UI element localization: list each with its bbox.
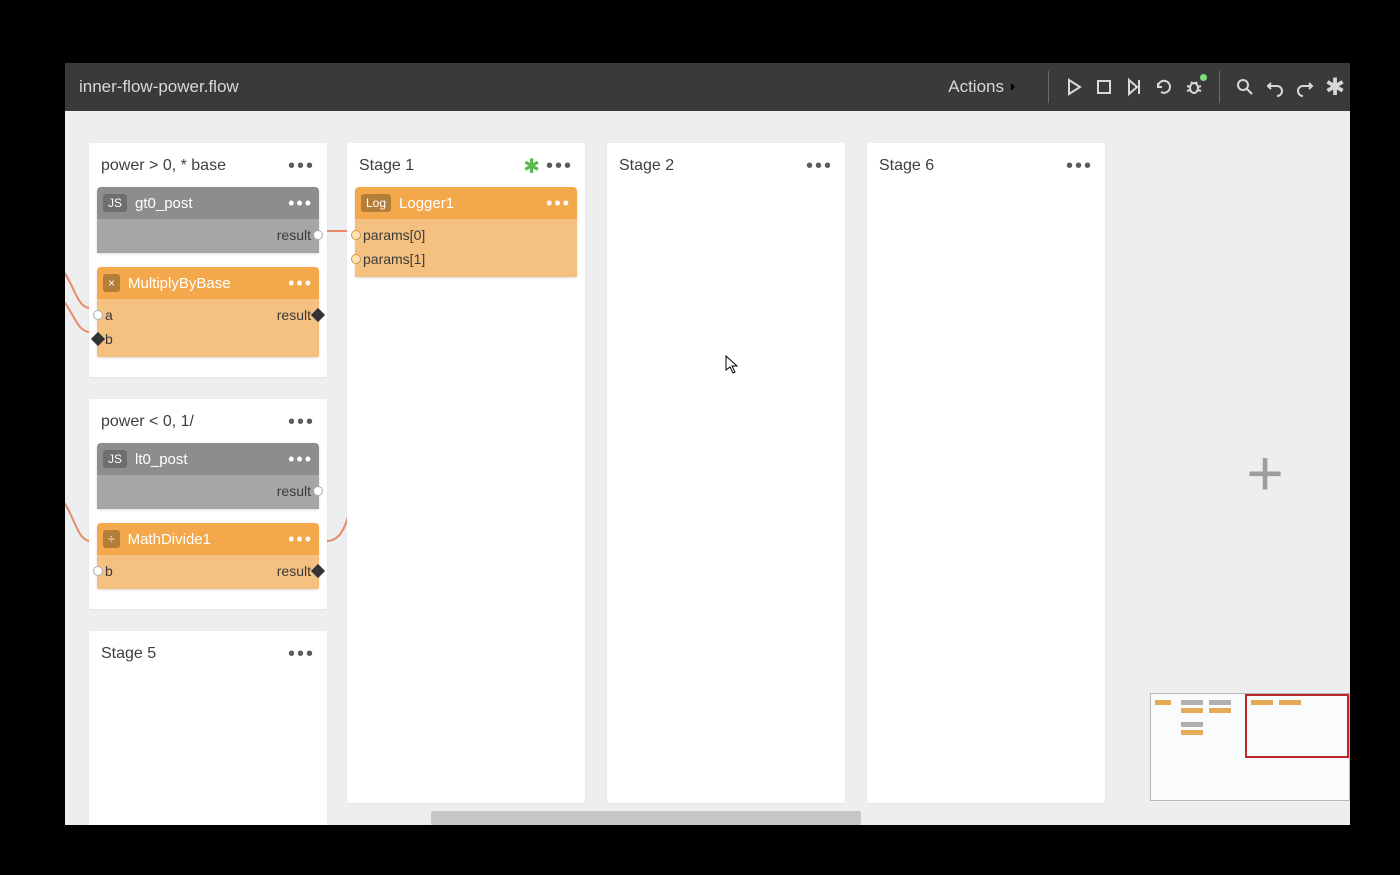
chevron-right-icon — [1008, 80, 1018, 94]
restart-button[interactable] — [1149, 72, 1179, 102]
app-window: inner-flow-power.flow Actions — [65, 63, 1350, 825]
node-logger1[interactable]: Log Logger1 ••• params[0] params[1] — [355, 187, 577, 277]
stage-5[interactable]: Stage 5 ••• — [89, 631, 327, 825]
node-name: lt0_post — [135, 451, 188, 468]
stage-menu[interactable]: ••• — [288, 156, 315, 176]
file-title: inner-flow-power.flow — [65, 77, 239, 97]
redo-button[interactable] — [1290, 72, 1320, 102]
stage-title: power > 0, * base — [101, 157, 226, 175]
output-port[interactable] — [311, 308, 325, 322]
stage-menu[interactable]: ••• — [546, 156, 573, 176]
minimap-viewport[interactable] — [1245, 694, 1349, 758]
node-math-divide[interactable]: ÷ MathDivide1 ••• b result — [97, 523, 319, 589]
stage-menu[interactable]: ••• — [1066, 156, 1093, 176]
debug-button[interactable] — [1179, 72, 1209, 102]
stage-6[interactable]: Stage 6 ••• — [867, 143, 1105, 803]
toolbar: inner-flow-power.flow Actions — [65, 63, 1350, 111]
port-label-a: a — [105, 307, 113, 323]
horizontal-scrollbar[interactable] — [431, 811, 861, 825]
node-menu[interactable]: ••• — [288, 529, 313, 550]
minimap[interactable] — [1150, 693, 1350, 801]
node-gt0-post[interactable]: JS gt0_post ••• result — [97, 187, 319, 253]
play-button[interactable] — [1059, 72, 1089, 102]
stage-2[interactable]: Stage 2 ••• — [607, 143, 845, 803]
node-menu[interactable]: ••• — [546, 193, 571, 214]
stage-menu[interactable]: ••• — [288, 412, 315, 432]
stage-title: Stage 2 — [619, 157, 674, 175]
stage-title: power < 0, 1/ — [101, 413, 194, 431]
node-badge-js: JS — [103, 194, 127, 212]
port-label-result: result — [277, 307, 311, 323]
stage-menu[interactable]: ••• — [806, 156, 833, 176]
toolbar-separator — [1219, 71, 1220, 103]
plus-icon: + — [1246, 436, 1283, 510]
canvas[interactable]: power > 0, * base ••• JS gt0_post ••• re… — [65, 111, 1350, 825]
node-multiply-by-base[interactable]: × MultiplyByBase ••• a result — [97, 267, 319, 357]
node-name: MathDivide1 — [128, 531, 211, 548]
port-label-result: result — [277, 483, 311, 499]
node-name: Logger1 — [399, 195, 454, 212]
stage-title: Stage 1 — [359, 157, 414, 175]
node-menu[interactable]: ••• — [288, 193, 313, 214]
node-name: gt0_post — [135, 195, 193, 212]
stage-power-gt0[interactable]: power > 0, * base ••• JS gt0_post ••• re… — [89, 143, 327, 377]
toolbar-separator — [1048, 71, 1049, 103]
node-name: MultiplyByBase — [128, 275, 231, 292]
star-modified-icon[interactable]: ✱ — [1320, 72, 1350, 102]
search-button[interactable] — [1230, 72, 1260, 102]
input-port-b[interactable] — [91, 332, 105, 346]
port-label-result: result — [277, 227, 311, 243]
node-badge-js: JS — [103, 450, 127, 468]
port-label-result: result — [277, 563, 311, 579]
stage-1[interactable]: Stage 1 ✱ ••• Log Logger1 ••• — [347, 143, 585, 803]
port-label-b: b — [105, 563, 113, 579]
stage-title: Stage 5 — [101, 645, 156, 663]
node-menu[interactable]: ••• — [288, 449, 313, 470]
input-port-a[interactable] — [93, 310, 103, 320]
node-menu[interactable]: ••• — [288, 273, 313, 294]
port-label-b: b — [105, 331, 113, 347]
input-port-b[interactable] — [93, 566, 103, 576]
output-port[interactable] — [313, 230, 323, 240]
stage-power-lt0[interactable]: power < 0, 1/ ••• JS lt0_post ••• result — [89, 399, 327, 609]
stage-menu[interactable]: ••• — [288, 644, 315, 664]
port-label-params1: params[1] — [363, 251, 425, 267]
port-label-params0: params[0] — [363, 227, 425, 243]
node-lt0-post[interactable]: JS lt0_post ••• result — [97, 443, 319, 509]
output-port[interactable] — [311, 564, 325, 578]
stage-title: Stage 6 — [879, 157, 934, 175]
undo-button[interactable] — [1260, 72, 1290, 102]
stop-button[interactable] — [1089, 72, 1119, 102]
step-button[interactable] — [1119, 72, 1149, 102]
stage-active-indicator: ✱ — [523, 154, 540, 179]
input-port-params0[interactable] — [351, 230, 361, 240]
actions-label: Actions — [948, 77, 1004, 97]
input-port-params1[interactable] — [351, 254, 361, 264]
node-badge-div: ÷ — [103, 530, 120, 548]
output-port[interactable] — [313, 486, 323, 496]
node-badge-mul: × — [103, 274, 120, 292]
node-badge-log: Log — [361, 194, 391, 212]
actions-menu[interactable]: Actions — [948, 77, 1018, 97]
